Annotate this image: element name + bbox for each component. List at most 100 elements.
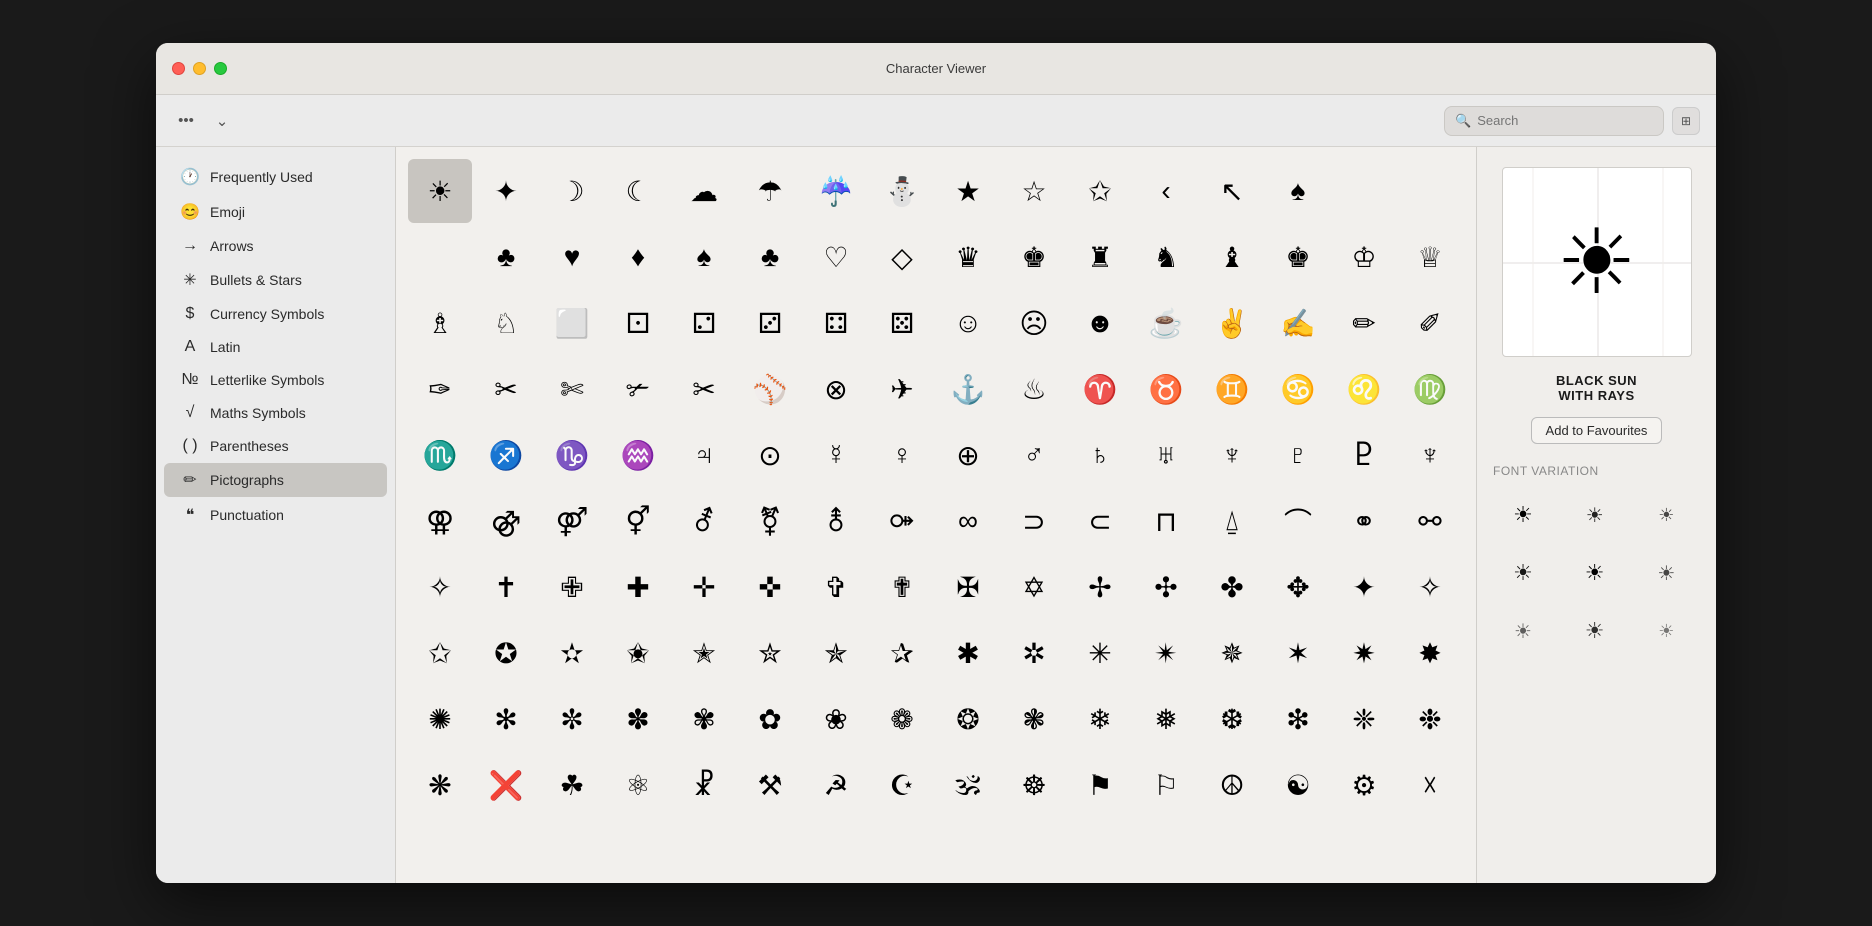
char-cell[interactable]: ✹: [1464, 621, 1476, 685]
char-cell[interactable]: ❋: [408, 753, 472, 817]
char-cell[interactable]: ✩: [408, 621, 472, 685]
char-cell[interactable]: ✮: [738, 621, 802, 685]
char-cell[interactable]: ✣: [1134, 555, 1198, 619]
char-cell[interactable]: ❀: [804, 687, 868, 751]
char-cell[interactable]: ✐: [1398, 291, 1462, 355]
sidebar-item-letterlike-symbols[interactable]: №Letterlike Symbols: [164, 364, 387, 396]
char-cell[interactable]: ❂: [936, 687, 1000, 751]
char-cell[interactable]: ✝: [474, 555, 538, 619]
char-cell[interactable]: ⚦: [672, 489, 736, 553]
char-cell[interactable]: ✳: [1068, 621, 1132, 685]
font-variation-cell[interactable]: ☀: [1493, 606, 1553, 656]
char-cell[interactable]: ⚙: [1332, 753, 1396, 817]
char-cell[interactable]: ☂: [738, 159, 802, 223]
char-cell[interactable]: ✦: [474, 159, 538, 223]
char-cell[interactable]: ♖: [1464, 225, 1476, 289]
char-cell[interactable]: ✙: [540, 555, 604, 619]
char-cell[interactable]: ◇: [870, 225, 934, 289]
char-cell[interactable]: ✷: [1332, 621, 1396, 685]
font-variation-cell[interactable]: ☀: [1636, 548, 1696, 598]
char-cell[interactable]: ♕: [1398, 225, 1462, 289]
char-cell[interactable]: ❁: [870, 687, 934, 751]
char-cell[interactable]: ⚒: [738, 753, 802, 817]
char-cell[interactable]: ☮: [1200, 753, 1264, 817]
char-cell[interactable]: ♞: [1134, 225, 1198, 289]
char-cell[interactable]: ⚓: [936, 357, 1000, 421]
char-cell[interactable]: ♠: [672, 225, 736, 289]
sidebar-item-latin[interactable]: ALatin: [164, 331, 387, 363]
sidebar-item-arrows[interactable]: →Arrows: [164, 230, 387, 262]
char-cell[interactable]: ✿: [738, 687, 802, 751]
search-input[interactable]: [1477, 113, 1653, 128]
char-cell[interactable]: ✱: [936, 621, 1000, 685]
char-cell[interactable]: [1398, 159, 1462, 223]
char-cell[interactable]: ✂: [672, 357, 736, 421]
char-cell[interactable]: ⚑: [1068, 753, 1132, 817]
char-cell[interactable]: ✶: [1266, 621, 1330, 685]
char-cell[interactable]: ♣: [474, 225, 538, 289]
char-cell[interactable]: ✴: [1134, 621, 1198, 685]
char-cell[interactable]: ☕: [1134, 291, 1198, 355]
char-cell[interactable]: ⚤: [540, 489, 604, 553]
char-cell[interactable]: ♘: [474, 291, 538, 355]
char-cell[interactable]: ⚯: [1398, 489, 1462, 553]
char-cell[interactable]: ☻: [1068, 291, 1132, 355]
char-cell[interactable]: ✄: [540, 357, 604, 421]
char-cell[interactable]: ⚢: [408, 489, 472, 553]
char-cell[interactable]: ✚: [606, 555, 670, 619]
char-cell[interactable]: ⊃: [1002, 489, 1066, 553]
char-cell[interactable]: ✽: [606, 687, 670, 751]
char-cell[interactable]: ✦: [1464, 489, 1476, 553]
char-cell[interactable]: ⌒: [1266, 489, 1330, 553]
char-cell[interactable]: ♍: [1398, 357, 1462, 421]
char-cell[interactable]: ✎: [1464, 291, 1476, 355]
sidebar-item-parentheses[interactable]: ( )Parentheses: [164, 430, 387, 462]
char-cell[interactable]: ♦: [606, 225, 670, 289]
char-cell[interactable]: ⚭: [1332, 489, 1396, 553]
sidebar-item-frequently-used[interactable]: 🕐Frequently Used: [164, 160, 387, 194]
char-cell[interactable]: ⚂: [738, 291, 802, 355]
add-to-favourites-button[interactable]: Add to Favourites: [1531, 417, 1663, 444]
char-cell[interactable]: ♗: [408, 291, 472, 355]
char-cell[interactable]: ❌: [474, 753, 538, 817]
char-cell[interactable]: ✛: [672, 555, 736, 619]
char-cell[interactable]: ☾: [606, 159, 670, 223]
char-cell[interactable]: ⛄: [870, 159, 934, 223]
char-cell[interactable]: ⚁: [672, 291, 736, 355]
char-cell[interactable]: ✰: [870, 621, 934, 685]
char-cell[interactable]: ♎: [1464, 357, 1476, 421]
char-cell[interactable]: ✧: [1398, 555, 1462, 619]
char-cell[interactable]: ✼: [540, 687, 604, 751]
char-cell[interactable]: ♐: [474, 423, 538, 487]
char-cell[interactable]: ♒: [606, 423, 670, 487]
sidebar-item-maths-symbols[interactable]: √Maths Symbols: [164, 397, 387, 429]
char-cell[interactable]: ⚩: [870, 489, 934, 553]
char-cell[interactable]: ⊕: [1464, 555, 1476, 619]
char-cell[interactable]: ✺: [408, 687, 472, 751]
char-cell[interactable]: ✬: [606, 621, 670, 685]
char-cell[interactable]: ✧: [408, 555, 472, 619]
char-cell[interactable]: ♠: [1266, 159, 1330, 223]
char-cell[interactable]: ✪: [474, 621, 538, 685]
char-cell[interactable]: ☧: [672, 753, 736, 817]
char-cell[interactable]: ★: [936, 159, 1000, 223]
sidebar-item-punctuation[interactable]: ❝Punctuation: [164, 498, 387, 532]
char-cell[interactable]: ♆: [1200, 423, 1264, 487]
char-cell[interactable]: ⍙: [1200, 489, 1264, 553]
char-cell[interactable]: ♌: [1332, 357, 1396, 421]
char-cell[interactable]: ☁: [672, 159, 736, 223]
char-cell[interactable]: ☯: [1266, 753, 1330, 817]
char-cell[interactable]: ✲: [1002, 621, 1066, 685]
close-button[interactable]: [172, 62, 185, 75]
char-cell[interactable]: [408, 225, 472, 289]
char-cell[interactable]: ♥: [540, 225, 604, 289]
char-cell[interactable]: ‹: [1134, 159, 1198, 223]
char-cell[interactable]: ♚: [1266, 225, 1330, 289]
char-cell[interactable]: ♛: [936, 225, 1000, 289]
char-cell[interactable]: ❊: [1464, 687, 1476, 751]
char-cell[interactable]: ♂: [1002, 423, 1066, 487]
char-cell[interactable]: ☆: [1002, 159, 1066, 223]
char-cell[interactable]: ⚧: [738, 489, 802, 553]
char-cell[interactable]: ❅: [1134, 687, 1198, 751]
char-cell[interactable]: ♊: [1200, 357, 1264, 421]
